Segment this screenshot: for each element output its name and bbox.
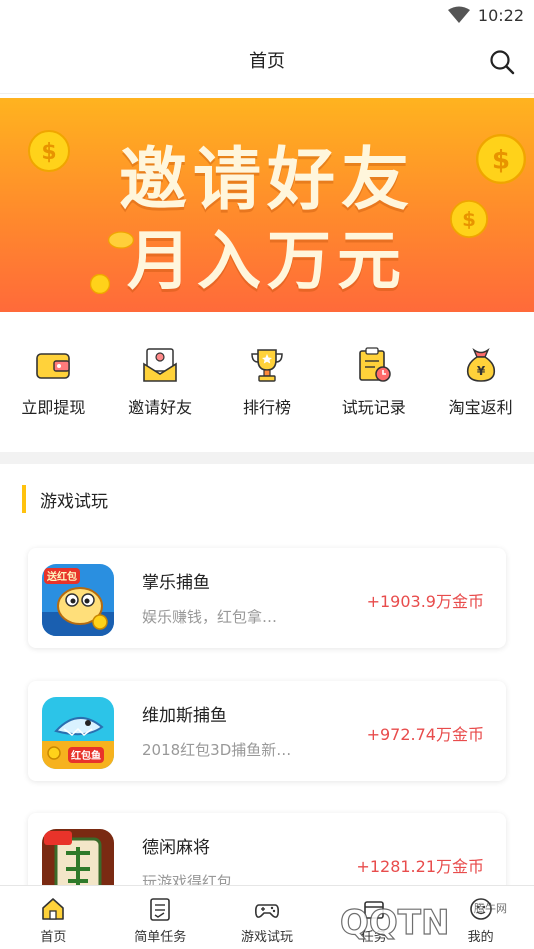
tab-game-trial[interactable]: 游戏试玩: [214, 886, 321, 949]
trial-record-label: 试玩记录: [341, 398, 406, 417]
watermark-subtext: 腾牛网: [474, 901, 507, 915]
page-title: 首页: [249, 51, 285, 72]
section-divider: [0, 452, 534, 464]
game-description: 2018红包3D捕鱼新…: [142, 741, 292, 759]
game-icon-badge: 送红包: [46, 570, 77, 583]
watermark-text: QQTN: [340, 903, 449, 943]
invite-envelope-icon: [143, 348, 177, 382]
game-card[interactable]: 送红包 掌乐捕鱼 娱乐赚钱，红包拿… +1903.9万金币: [28, 548, 506, 648]
game-name: 掌乐捕鱼: [142, 573, 210, 593]
tab-home-label: 首页: [40, 930, 67, 945]
trophy-icon: [251, 349, 283, 382]
invite-action[interactable]: 邀请好友: [110, 346, 210, 418]
taobao-rebate-label: 淘宝返利: [448, 398, 513, 417]
status-bar: 10:22: [0, 0, 534, 30]
task-icon: [150, 898, 170, 921]
game-reward: +1281.21万金币: [356, 857, 484, 876]
tab-simple-tasks[interactable]: 简单任务: [107, 886, 214, 949]
game-name: 德闲麻将: [142, 838, 210, 858]
home-icon: [42, 898, 65, 920]
withdraw-action[interactable]: 立即提现: [3, 346, 103, 418]
wallet-icon: [36, 353, 71, 379]
trial-record-action[interactable]: 试玩记录: [324, 346, 424, 418]
ranking-action[interactable]: 排行榜: [217, 346, 317, 418]
taobao-rebate-action[interactable]: ¥ 淘宝返利: [431, 346, 531, 418]
banner-subheadline: 月入万元: [127, 225, 407, 299]
game-icon: 送红包: [42, 564, 114, 636]
game-description: 娱乐赚钱，红包拿…: [142, 608, 278, 626]
game-icon-badge: 红包鱼: [71, 749, 101, 762]
gamepad-icon: [254, 904, 279, 918]
section-title: 游戏试玩: [40, 491, 108, 512]
svg-text:¥: ¥: [476, 364, 485, 378]
game-card[interactable]: 红包鱼 维加斯捕鱼 2018红包3D捕鱼新… +972.74万金币: [28, 681, 506, 781]
search-icon[interactable]: [488, 48, 516, 76]
banner-headline: 邀请好友: [118, 141, 415, 220]
wifi-icon: [447, 6, 470, 23]
tab-simple-tasks-label: 简单任务: [134, 930, 187, 945]
section-header: 游戏试玩: [0, 480, 534, 518]
game-name: 维加斯捕鱼: [142, 706, 227, 726]
game-reward: +972.74万金币: [366, 725, 484, 744]
status-time: 10:22: [477, 5, 524, 25]
tab-home[interactable]: 首页: [0, 886, 107, 949]
ranking-label: 排行榜: [242, 398, 291, 417]
game-icon: 红包鱼: [42, 697, 114, 769]
section-accent-bar: [22, 485, 26, 513]
watermark-logo: QQTN 腾牛网: [339, 901, 507, 944]
promo-banner[interactable]: $ $ $ 邀请好友 月入万元: [0, 98, 534, 312]
tab-game-trial-label: 游戏试玩: [240, 930, 293, 945]
record-clipboard-icon: [358, 347, 391, 382]
game-reward: +1903.9万金币: [366, 592, 484, 611]
money-bag-icon: ¥: [466, 347, 495, 382]
invite-label: 邀请好友: [128, 398, 193, 417]
app-header: 首页: [0, 30, 534, 94]
quick-actions: 立即提现 邀请好友 排行榜 试玩记录 ¥ 淘宝返利: [0, 312, 534, 452]
withdraw-label: 立即提现: [21, 398, 86, 417]
